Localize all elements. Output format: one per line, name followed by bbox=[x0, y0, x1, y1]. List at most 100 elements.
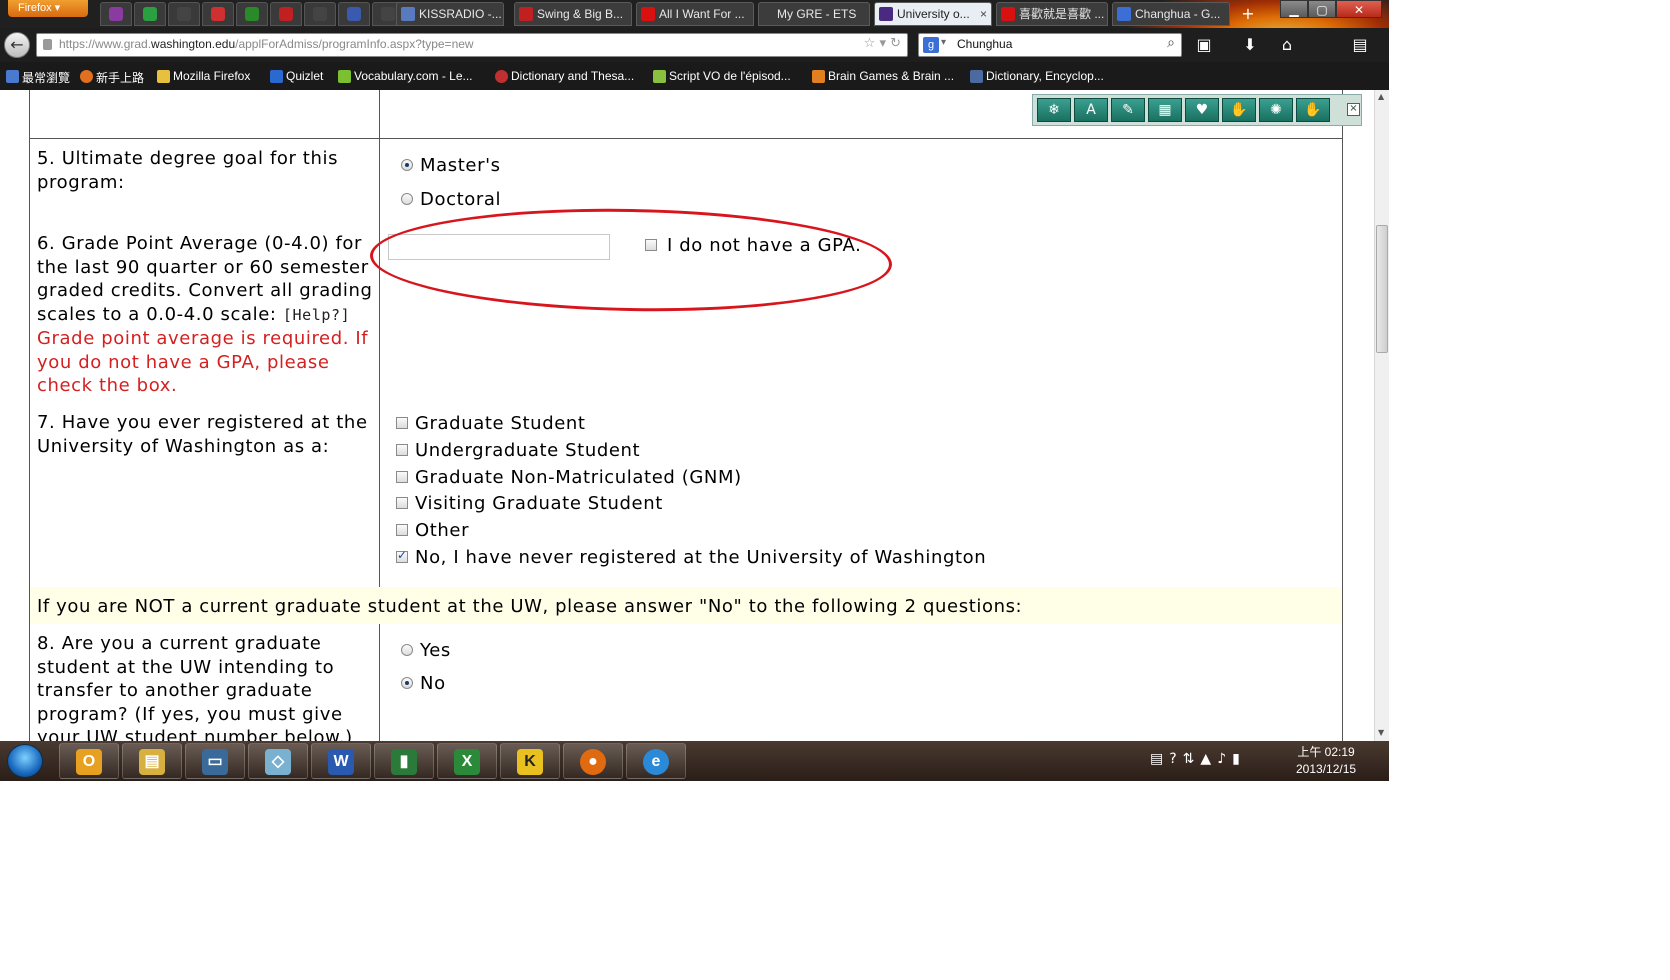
tab-chinese-video[interactable]: 喜歡就是喜歡 ... bbox=[996, 2, 1108, 26]
home-icon[interactable]: ⌂ bbox=[1277, 36, 1297, 54]
bookmark-brain-games[interactable]: Brain Games & Brain ... bbox=[812, 69, 954, 83]
download-icon[interactable]: ⬇ bbox=[1240, 36, 1260, 54]
visiting-graduate-checkbox[interactable] bbox=[396, 497, 408, 509]
search-bar[interactable]: g ▾ Chunghua ⌕ bbox=[918, 33, 1182, 57]
visiting-graduate-label[interactable]: Visiting Graduate Student bbox=[415, 493, 663, 514]
new-tab-button[interactable]: + bbox=[1238, 3, 1258, 25]
engine-dropdown-icon[interactable]: ▾ bbox=[941, 37, 946, 48]
bookmark-quizlet[interactable]: Quizlet bbox=[270, 69, 323, 83]
tab-my-gre[interactable]: My GRE - ETS bbox=[758, 2, 870, 26]
masters-label[interactable]: Master's bbox=[420, 155, 501, 176]
taskbar-notes[interactable]: ◇ bbox=[248, 743, 308, 779]
search-icon[interactable]: ⌕ bbox=[1167, 35, 1175, 51]
pinned-tab[interactable] bbox=[236, 2, 268, 26]
bookmark-getting-started[interactable]: 新手上路 bbox=[80, 69, 144, 86]
vertical-scrollbar[interactable]: ▲ ▼ bbox=[1374, 90, 1389, 741]
tab-close-icon[interactable]: × bbox=[980, 3, 987, 25]
bookmark-vocabulary[interactable]: Vocabulary.com - Le... bbox=[338, 69, 473, 83]
tab-all-i-want[interactable]: All I Want For ... bbox=[636, 2, 754, 26]
close-window-button[interactable]: ✕ bbox=[1336, 0, 1382, 18]
doctoral-label[interactable]: Doctoral bbox=[420, 189, 501, 210]
gnm-checkbox[interactable] bbox=[396, 471, 408, 483]
tab-university-active[interactable]: University o... × bbox=[874, 2, 992, 26]
transfer-no-label[interactable]: No bbox=[420, 673, 446, 694]
pinned-tab-icon bbox=[279, 7, 293, 21]
transfer-no-radio[interactable] bbox=[401, 677, 413, 689]
taskbar-dictionary[interactable]: ▮ bbox=[374, 743, 434, 779]
taskbar-screen[interactable]: ▭ bbox=[185, 743, 245, 779]
form-row-gpa: 6. Grade Point Average (0-4.0) for the l… bbox=[29, 224, 1343, 404]
start-button[interactable] bbox=[7, 744, 43, 778]
taskbar-firefox[interactable]: ● bbox=[563, 743, 623, 779]
wave-tool-icon[interactable]: ✋ bbox=[1296, 98, 1330, 122]
bookmark-dictionary-encyclopedia[interactable]: Dictionary, Encyclop... bbox=[970, 69, 1104, 83]
snowflake-tool-icon[interactable]: ❄ bbox=[1037, 98, 1071, 122]
brain-tool-icon[interactable]: ✺ bbox=[1259, 98, 1293, 122]
power-icon[interactable]: ▮ bbox=[1232, 751, 1246, 767]
close-icon[interactable]: × bbox=[1347, 103, 1360, 116]
eraser-tool-icon[interactable]: ▦ bbox=[1148, 98, 1182, 122]
taskbar-keys[interactable]: K bbox=[500, 743, 560, 779]
gpa-required-error: Grade point average is required. If you … bbox=[37, 328, 369, 396]
pen-tool-icon[interactable]: ✎ bbox=[1111, 98, 1145, 122]
lips-tool-icon[interactable]: ♥ bbox=[1185, 98, 1219, 122]
firefox-menu-button[interactable]: Firefox ▾ bbox=[8, 0, 88, 17]
masters-radio[interactable] bbox=[401, 159, 413, 171]
no-gpa-label[interactable]: I do not have a GPA. bbox=[667, 235, 861, 256]
addon-menu-icon[interactable]: ▤ bbox=[1350, 36, 1370, 54]
transfer-yes-radio[interactable] bbox=[401, 644, 413, 656]
text-tool-icon[interactable]: A bbox=[1074, 98, 1108, 122]
url-bar[interactable]: https://www.grad.washington.edu/applForA… bbox=[36, 33, 908, 57]
pinned-tab[interactable] bbox=[338, 2, 370, 26]
gnm-label[interactable]: Graduate Non-Matriculated (GNM) bbox=[415, 467, 742, 488]
graduate-student-checkbox[interactable] bbox=[396, 417, 408, 429]
keyboard-icon[interactable]: ▤ bbox=[1150, 751, 1169, 767]
bookmark-star-icon[interactable]: ☆ ▾ ↻ bbox=[864, 36, 901, 51]
pinned-tab[interactable] bbox=[100, 2, 132, 26]
tab-swing[interactable]: Swing & Big B... bbox=[514, 2, 632, 26]
scroll-up-icon[interactable]: ▲ bbox=[1378, 92, 1384, 101]
taskbar-excel[interactable]: X bbox=[437, 743, 497, 779]
help-icon[interactable]: ? bbox=[1169, 751, 1182, 767]
page-actions-icon[interactable]: ▣ bbox=[1194, 36, 1214, 54]
network-icon[interactable]: ⇅ bbox=[1183, 751, 1201, 767]
pinned-tab[interactable] bbox=[134, 2, 166, 26]
transfer-yes-label[interactable]: Yes bbox=[420, 640, 451, 661]
scroll-down-icon[interactable]: ▼ bbox=[1378, 728, 1384, 737]
never-registered-checkbox[interactable] bbox=[396, 548, 408, 563]
pinned-tab[interactable] bbox=[304, 2, 336, 26]
other-checkbox[interactable] bbox=[396, 524, 408, 536]
bookmark-dictionary-thesaurus[interactable]: Dictionary and Thesa... bbox=[495, 69, 634, 83]
other-label[interactable]: Other bbox=[415, 520, 469, 541]
undergraduate-student-checkbox[interactable] bbox=[396, 444, 408, 456]
maximize-button[interactable]: ▢ bbox=[1308, 0, 1336, 18]
graduate-student-label[interactable]: Graduate Student bbox=[415, 413, 586, 434]
no-gpa-checkbox[interactable] bbox=[645, 239, 657, 251]
taskbar-outlook[interactable]: O bbox=[59, 743, 119, 779]
show-hidden-icon[interactable]: ▲ bbox=[1200, 751, 1217, 767]
gpa-help-link[interactable]: [Help?] bbox=[283, 306, 350, 324]
pinned-tab[interactable] bbox=[168, 2, 200, 26]
pinned-tab[interactable] bbox=[270, 2, 302, 26]
tab-changhua[interactable]: Changhua - G... bbox=[1112, 2, 1230, 26]
pinned-tab[interactable] bbox=[202, 2, 234, 26]
tab-kissradio[interactable]: KISSRADIO -... bbox=[396, 2, 504, 26]
taskbar-word[interactable]: W bbox=[311, 743, 371, 779]
minimize-button[interactable]: ▁ bbox=[1280, 0, 1308, 18]
doctoral-radio[interactable] bbox=[401, 193, 413, 205]
gpa-input[interactable] bbox=[388, 234, 610, 260]
bookmark-script-vo[interactable]: Script VO de l'épisod... bbox=[653, 69, 791, 83]
tab-label: University o... bbox=[897, 7, 970, 21]
hand-tool-icon[interactable]: ✋ bbox=[1222, 98, 1256, 122]
scrollbar-thumb[interactable] bbox=[1376, 225, 1388, 353]
undergraduate-student-label[interactable]: Undergraduate Student bbox=[415, 440, 640, 461]
taskbar-explorer[interactable]: ▤ bbox=[122, 743, 182, 779]
google-engine-icon[interactable]: g bbox=[923, 37, 939, 53]
bookmark-most-visited[interactable]: 最常瀏覽 bbox=[6, 69, 70, 86]
taskbar-internet-explorer[interactable]: e bbox=[626, 743, 686, 779]
back-button[interactable]: ← bbox=[4, 32, 30, 58]
clock[interactable]: 上午 02:19 2013/12/15 bbox=[1296, 744, 1356, 778]
volume-icon[interactable]: ♪ bbox=[1217, 751, 1232, 767]
bookmark-mozilla[interactable]: Mozilla Firefox bbox=[157, 69, 250, 83]
never-registered-label[interactable]: No, I have never registered at the Unive… bbox=[415, 547, 986, 568]
